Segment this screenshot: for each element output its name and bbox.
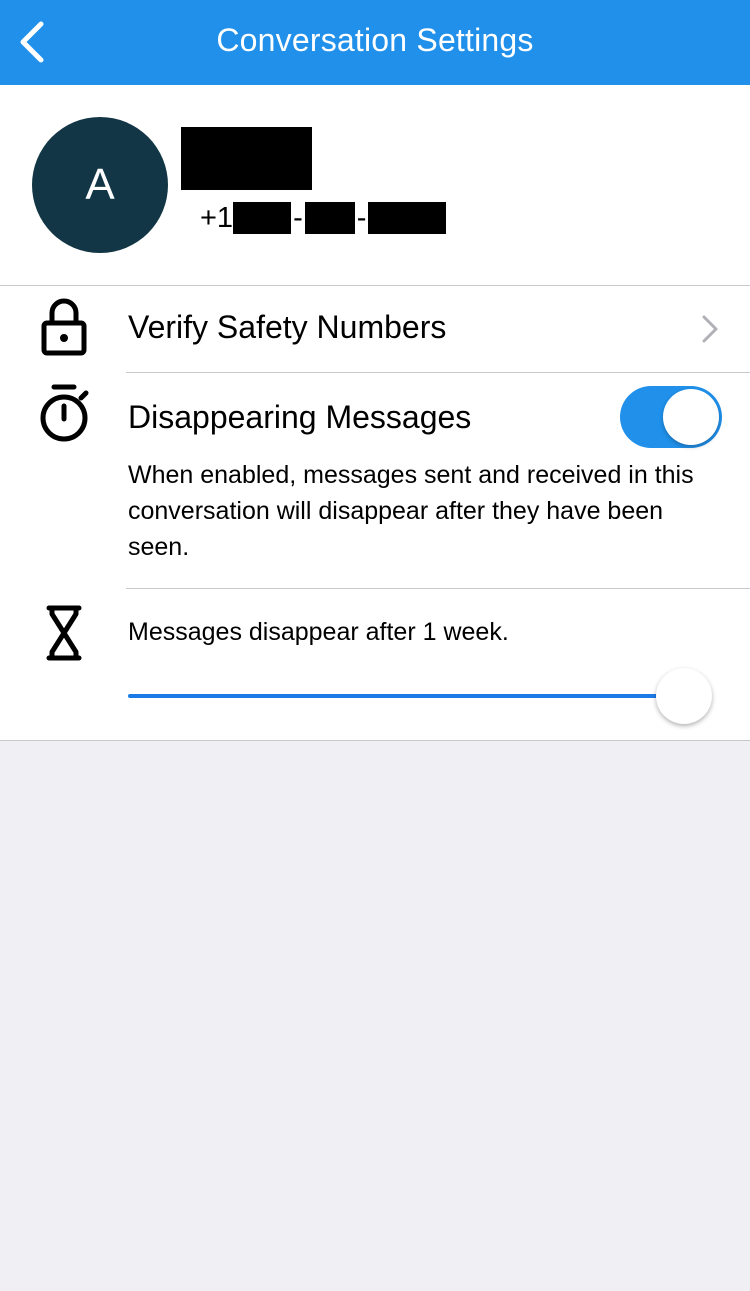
- toggle-knob: [663, 389, 719, 445]
- disappearing-messages-label: Disappearing Messages: [128, 399, 472, 435]
- divider: [126, 588, 750, 589]
- phone-dash: -: [293, 201, 303, 234]
- hourglass-icon: [44, 603, 84, 663]
- avatar: A: [32, 117, 168, 253]
- phone-redacted-segment: [233, 202, 292, 234]
- contact-name-redacted: [181, 127, 312, 190]
- disappearing-messages-toggle[interactable]: [620, 386, 722, 448]
- chevron-right-icon: [702, 315, 718, 343]
- divider: [0, 740, 750, 741]
- phone-redacted-segment: [368, 202, 447, 234]
- disappear-timer-label: Messages disappear after 1 week.: [128, 618, 509, 646]
- settings-panel: A +1 - - Verify Safety Numbers Disappear…: [0, 85, 750, 741]
- phone-dash: -: [356, 201, 367, 234]
- contact-phone: +1 - -: [200, 200, 447, 236]
- disappearing-messages-description: When enabled, messages sent and received…: [128, 461, 694, 561]
- avatar-initial: A: [85, 160, 115, 209]
- divider: [126, 372, 750, 373]
- verify-safety-numbers-label: Verify Safety Numbers: [128, 309, 447, 345]
- phone-prefix: +1: [200, 201, 234, 234]
- stopwatch-icon: [36, 381, 92, 445]
- slider-track-fill: [128, 694, 684, 698]
- slider-thumb[interactable]: [656, 668, 712, 724]
- lock-icon: [38, 295, 90, 359]
- disappear-timer-slider[interactable]: [128, 665, 712, 727]
- page-title: Conversation Settings: [216, 22, 534, 58]
- navigation-bar: Conversation Settings: [0, 0, 750, 85]
- phone-redacted-segment: [304, 202, 355, 234]
